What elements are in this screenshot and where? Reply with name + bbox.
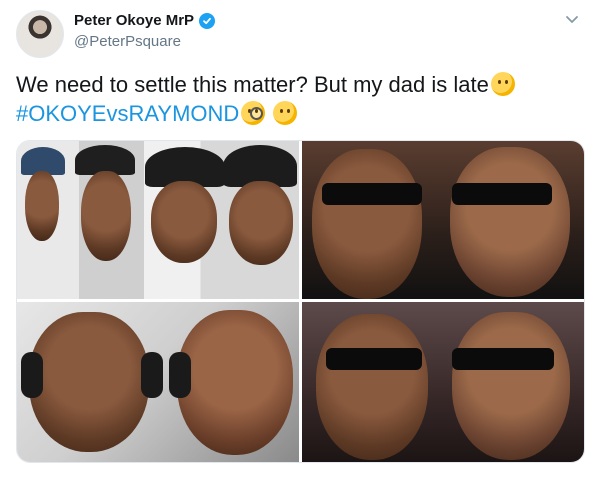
face-shape — [29, 312, 149, 452]
user-handle[interactable]: @PeterPsquare — [74, 33, 181, 50]
avatar[interactable] — [16, 10, 64, 58]
media-photo-4[interactable] — [302, 302, 584, 462]
glasses-shape — [452, 348, 554, 370]
face-with-monocle-emoji — [241, 101, 266, 125]
display-name[interactable]: Peter Okoye MrP — [74, 12, 194, 29]
face-shape — [452, 312, 570, 460]
face-shape — [177, 310, 293, 455]
media-grid — [16, 140, 585, 463]
face-shape — [450, 147, 570, 297]
thinking-face-emoji — [273, 101, 298, 125]
verified-badge-icon — [199, 12, 216, 29]
tweet-card: Peter Okoye MrP @PeterPsquare We need to… — [0, 0, 595, 478]
headphone-shape — [141, 352, 163, 398]
face-shape — [81, 171, 131, 261]
face-shape — [316, 314, 428, 460]
hashtag-link[interactable]: #OKOYEvsRAYMOND — [16, 101, 239, 126]
headphone-shape — [21, 352, 43, 398]
glasses-shape — [326, 348, 422, 370]
user-name-row: Peter Okoye MrP — [74, 12, 216, 29]
face-shape — [312, 149, 422, 299]
media-photo-2[interactable] — [302, 141, 584, 299]
face-shape — [151, 181, 217, 263]
glasses-shape — [452, 183, 552, 205]
chevron-down-icon[interactable] — [565, 12, 579, 26]
glasses-shape — [322, 183, 422, 205]
thinking-face-emoji — [490, 72, 515, 96]
tweet-text: We need to settle this matter? But my da… — [16, 70, 576, 128]
media-photo-3[interactable] — [17, 302, 299, 462]
tweet-text-line: We need to settle this matter? But my da… — [16, 72, 489, 97]
headphone-shape — [169, 352, 191, 398]
media-photo-1[interactable] — [17, 141, 299, 299]
face-shape — [25, 171, 59, 241]
face-shape — [229, 181, 293, 265]
